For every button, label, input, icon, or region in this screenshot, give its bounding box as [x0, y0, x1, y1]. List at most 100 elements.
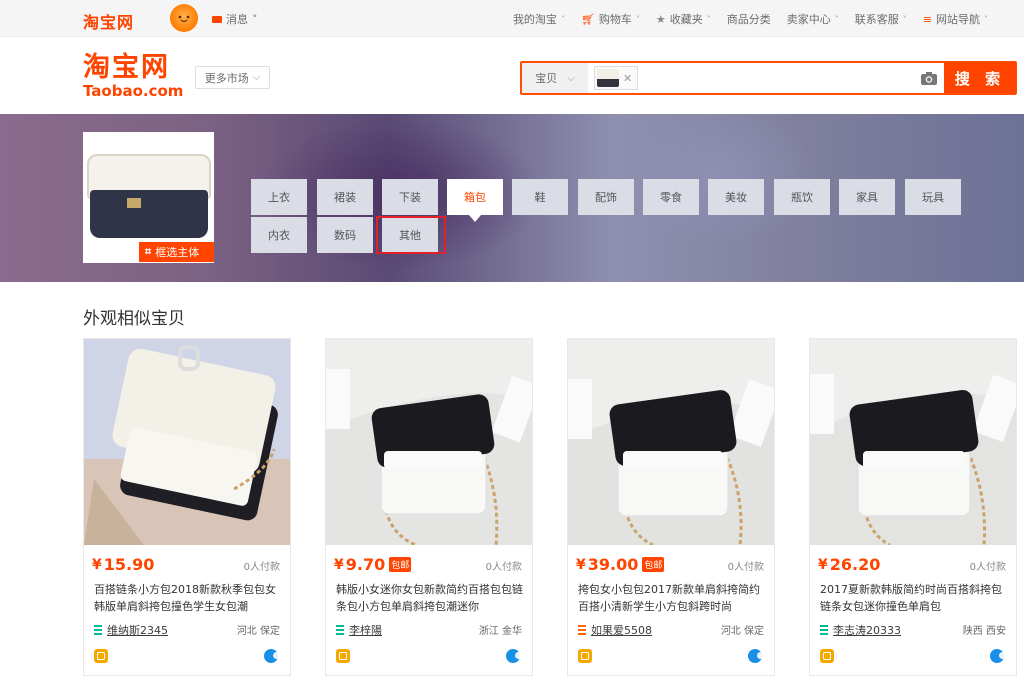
- nav-label: 商品分类: [726, 13, 771, 26]
- search-input[interactable]: [638, 63, 914, 93]
- bag-clasp-shape: [127, 198, 141, 208]
- shop-link[interactable]: 李梓陽: [336, 622, 382, 638]
- taobao-logo[interactable]: 淘宝网 Taobao.com: [83, 52, 184, 100]
- image-search-banner: ⌗ 框选主体 上衣 裙装 下装 箱包 鞋 配饰 零食 美妆 瓶饮 家具 玩具 内…: [0, 114, 1024, 282]
- category-digital[interactable]: 数码: [317, 217, 373, 253]
- product-price: ¥9.70 包邮: [334, 555, 412, 574]
- chevron-down-icon: ˅: [834, 14, 839, 24]
- messages-link[interactable]: 消息 ˅: [212, 11, 258, 27]
- shop-name: 维纳斯2345: [107, 624, 168, 637]
- category-snacks[interactable]: 零食: [643, 179, 699, 215]
- category-toys[interactable]: 玩具: [905, 179, 961, 215]
- chevron-down-icon: ˅: [635, 14, 640, 24]
- shop-location: 浙江 金华: [478, 626, 522, 637]
- nav-site-map[interactable]: ≡ 网站导航 ˅: [915, 11, 996, 27]
- search-bar: 宝贝 ⌵ ✕ 搜 索: [520, 61, 1017, 95]
- free-shipping-badge: 包邮: [389, 557, 412, 572]
- category-skirts[interactable]: 裙装: [317, 179, 373, 215]
- nav-label: 收藏夹: [669, 13, 703, 26]
- product-image[interactable]: [326, 339, 532, 545]
- nav-categories[interactable]: 商品分类: [719, 11, 779, 27]
- close-icon[interactable]: ✕: [623, 72, 632, 85]
- category-underwear[interactable]: 内衣: [251, 217, 307, 253]
- paid-count: 0人付款: [969, 562, 1006, 573]
- tmall-badge-icon: [578, 649, 592, 663]
- nav-label: 网站导航: [936, 13, 980, 26]
- nav-seller-center[interactable]: 卖家中心 ˅: [779, 11, 847, 27]
- yen-symbol: ¥: [818, 556, 828, 573]
- menu-icon: ≡: [922, 12, 932, 26]
- category-tops[interactable]: 上衣: [251, 179, 307, 215]
- category-other-highlight: [376, 216, 446, 254]
- search-type-select[interactable]: 宝贝 ⌵: [522, 63, 588, 93]
- shop-icon: [94, 625, 102, 635]
- tmall-badge-icon: [336, 649, 350, 663]
- logo-english: Taobao.com: [83, 82, 184, 100]
- wangwang-chat-icon[interactable]: [506, 649, 522, 663]
- category-accessories[interactable]: 配饰: [578, 179, 634, 215]
- shop-icon: [336, 625, 344, 635]
- chevron-down-icon: ⌵: [567, 72, 575, 84]
- taobao-small-logo[interactable]: 淘宝网: [83, 9, 134, 33]
- product-image[interactable]: [810, 339, 1016, 545]
- wangwang-chat-icon[interactable]: [748, 649, 764, 663]
- category-bags[interactable]: 箱包: [447, 179, 503, 222]
- product-image[interactable]: [568, 339, 774, 545]
- crop-label: 框选主体: [155, 246, 200, 259]
- product-card[interactable]: ¥15.90 0人付款 百搭链条小方包2018新款秋季包包女韩版单肩斜挎包撞色学…: [83, 338, 291, 676]
- more-markets-dropdown[interactable]: 更多市场 ⌵: [195, 66, 270, 89]
- category-furniture[interactable]: 家具: [839, 179, 895, 215]
- nav-my-taobao[interactable]: 我的淘宝 ˅: [505, 11, 573, 27]
- category-beauty[interactable]: 美妆: [708, 179, 764, 215]
- product-title[interactable]: 2017夏新款韩版简约时尚百搭斜挎包链条女包迷你撞色单肩包: [820, 581, 1008, 615]
- product-title[interactable]: 韩版小女迷你女包新款简约百搭包包链条包小方包单肩斜挎包潮迷你: [336, 581, 524, 615]
- price-value: 9.70: [345, 555, 386, 574]
- shop-location: 河北 保定: [236, 626, 280, 637]
- category-bottoms[interactable]: 下装: [382, 179, 438, 215]
- wangwang-chat-icon[interactable]: [990, 649, 1006, 663]
- nav-customer-service[interactable]: 联系客服 ˅: [847, 11, 915, 27]
- nav-label: 购物车: [598, 13, 632, 26]
- crop-subject-button[interactable]: ⌗ 框选主体: [139, 242, 214, 262]
- paid-count: 0人付款: [727, 562, 764, 573]
- envelope-icon: [212, 15, 222, 23]
- shop-link[interactable]: 李志涛20333: [820, 622, 901, 638]
- product-price: ¥15.90: [92, 555, 154, 574]
- category-shoes[interactable]: 鞋: [512, 179, 568, 215]
- product-card[interactable]: ¥39.00 包邮 0人付款 挎包女小包包2017新款单肩斜挎简约百搭小清新学生小…: [567, 338, 775, 676]
- product-card[interactable]: ¥26.20 0人付款 2017夏新款韩版简约时尚百搭斜挎包链条女包迷你撞色单肩…: [809, 338, 1017, 676]
- section-title: 外观相似宝贝: [83, 309, 185, 329]
- query-thumbnail: [597, 69, 619, 87]
- crop-icon: ⌗: [145, 245, 152, 258]
- chevron-down-icon: ⌵: [252, 72, 261, 83]
- cart-icon: 🛒︎: [580, 12, 595, 26]
- wangwang-chat-icon[interactable]: [264, 649, 280, 663]
- chevron-down-icon: ˅: [706, 14, 711, 24]
- yen-symbol: ¥: [92, 556, 102, 573]
- image-query-chip[interactable]: ✕: [594, 66, 638, 90]
- category-drinks[interactable]: 瓶饮: [774, 179, 830, 215]
- shop-link[interactable]: 如果爱5508: [578, 622, 652, 638]
- product-card[interactable]: ¥9.70 包邮 0人付款 韩版小女迷你女包新款简约百搭包包链条包小方包单肩斜挎包…: [325, 338, 533, 676]
- logo-chinese: 淘宝网: [83, 52, 170, 83]
- nav-cart[interactable]: 🛒︎ 购物车 ˅: [573, 11, 648, 27]
- shop-location: 陕西 西安: [962, 626, 1006, 637]
- shop-name: 李梓陽: [349, 624, 382, 637]
- shop-link[interactable]: 维纳斯2345: [94, 622, 168, 638]
- search-button[interactable]: 搜 索: [944, 62, 1016, 94]
- star-icon: ★: [655, 12, 666, 26]
- nav-label: 联系客服: [854, 13, 899, 26]
- price-value: 26.20: [829, 555, 881, 574]
- price-value: 15.90: [103, 555, 155, 574]
- search-type-label: 宝贝: [535, 72, 558, 85]
- shop-location: 河北 保定: [720, 626, 764, 637]
- yen-symbol: ¥: [334, 556, 344, 573]
- user-avatar[interactable]: [170, 4, 198, 32]
- more-markets-label: 更多市场: [204, 71, 249, 85]
- product-image[interactable]: [84, 339, 290, 545]
- product-title[interactable]: 挎包女小包包2017新款单肩斜挎简约百搭小清新学生小方包斜跨时尚: [578, 581, 766, 615]
- nav-favorites[interactable]: ★ 收藏夹 ˅: [648, 11, 719, 27]
- product-title[interactable]: 百搭链条小方包2018新款秋季包包女韩版单肩斜挎包撞色学生女包潮: [94, 581, 282, 615]
- free-shipping-badge: 包邮: [642, 557, 665, 572]
- camera-icon[interactable]: [914, 63, 944, 93]
